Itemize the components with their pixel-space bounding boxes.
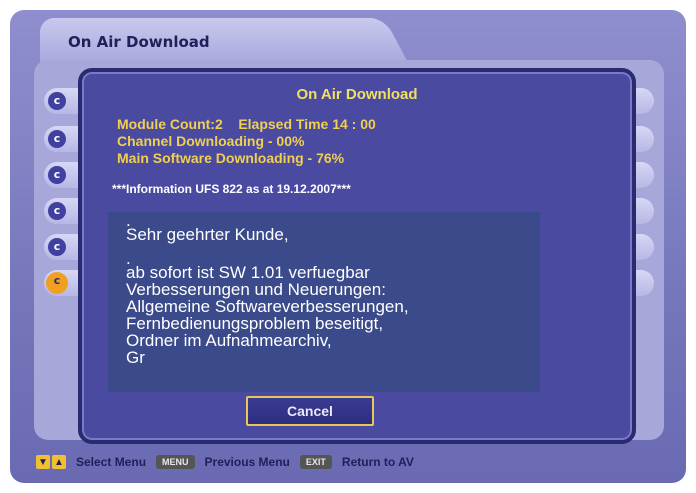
info-header: ***Information UFS 822 as at 19.12.2007*… — [112, 182, 351, 196]
download-dialog: On Air Download Module Count:2 Elapsed T… — [78, 68, 636, 444]
exit-key-icon: EXIT — [299, 455, 332, 469]
menu-item-icon: c — [48, 238, 66, 256]
dialog-title: On Air Download — [296, 86, 418, 103]
message-line: ab sofort ist SW 1.01 verfuegbar — [126, 263, 370, 282]
message-line: Gr — [126, 348, 145, 367]
message-line: Sehr geehrter Kunde, — [126, 225, 289, 244]
window-title: On Air Download — [68, 33, 210, 51]
elapsed-time: Elapsed Time 14 : 00 — [238, 116, 376, 132]
menu-item-icon: c — [48, 202, 66, 220]
menu-item-icon: c — [48, 92, 66, 110]
cancel-button[interactable]: Cancel — [246, 396, 374, 426]
message-line: Fernbedienungsproblem beseitigt, — [126, 314, 384, 333]
message-line: Allgemeine Softwareverbesserungen, — [126, 297, 409, 316]
message-box: . Sehr geehrter Kunde, . ab sofort ist S… — [108, 212, 540, 392]
menu-item-icon: c — [48, 130, 66, 148]
menu-item-icon: c — [48, 166, 66, 184]
footer-previous-label: Previous Menu — [204, 455, 290, 469]
footer-select-label: Select Menu — [76, 455, 147, 469]
footer-return-label: Return to AV — [341, 455, 414, 469]
channel-downloading: Channel Downloading - 00% — [117, 133, 305, 149]
up-down-key-icon: ▼ ▲ — [36, 455, 66, 469]
module-count-line: Module Count:2 Elapsed Time 14 : 00 — [117, 116, 376, 132]
menu-item-selected-icon: c — [46, 272, 68, 294]
main-software-downloading: Main Software Downloading - 76% — [117, 150, 345, 166]
message-line: Verbesserungen und Neuerungen: — [126, 280, 386, 299]
footer-bar: ▼ ▲ Select Menu MENU Previous Menu EXIT R… — [36, 450, 656, 474]
message-line: Ordner im Aufnahmearchiv, — [126, 331, 332, 350]
module-count: Module Count:2 — [117, 116, 223, 132]
menu-key-icon: MENU — [156, 455, 195, 469]
